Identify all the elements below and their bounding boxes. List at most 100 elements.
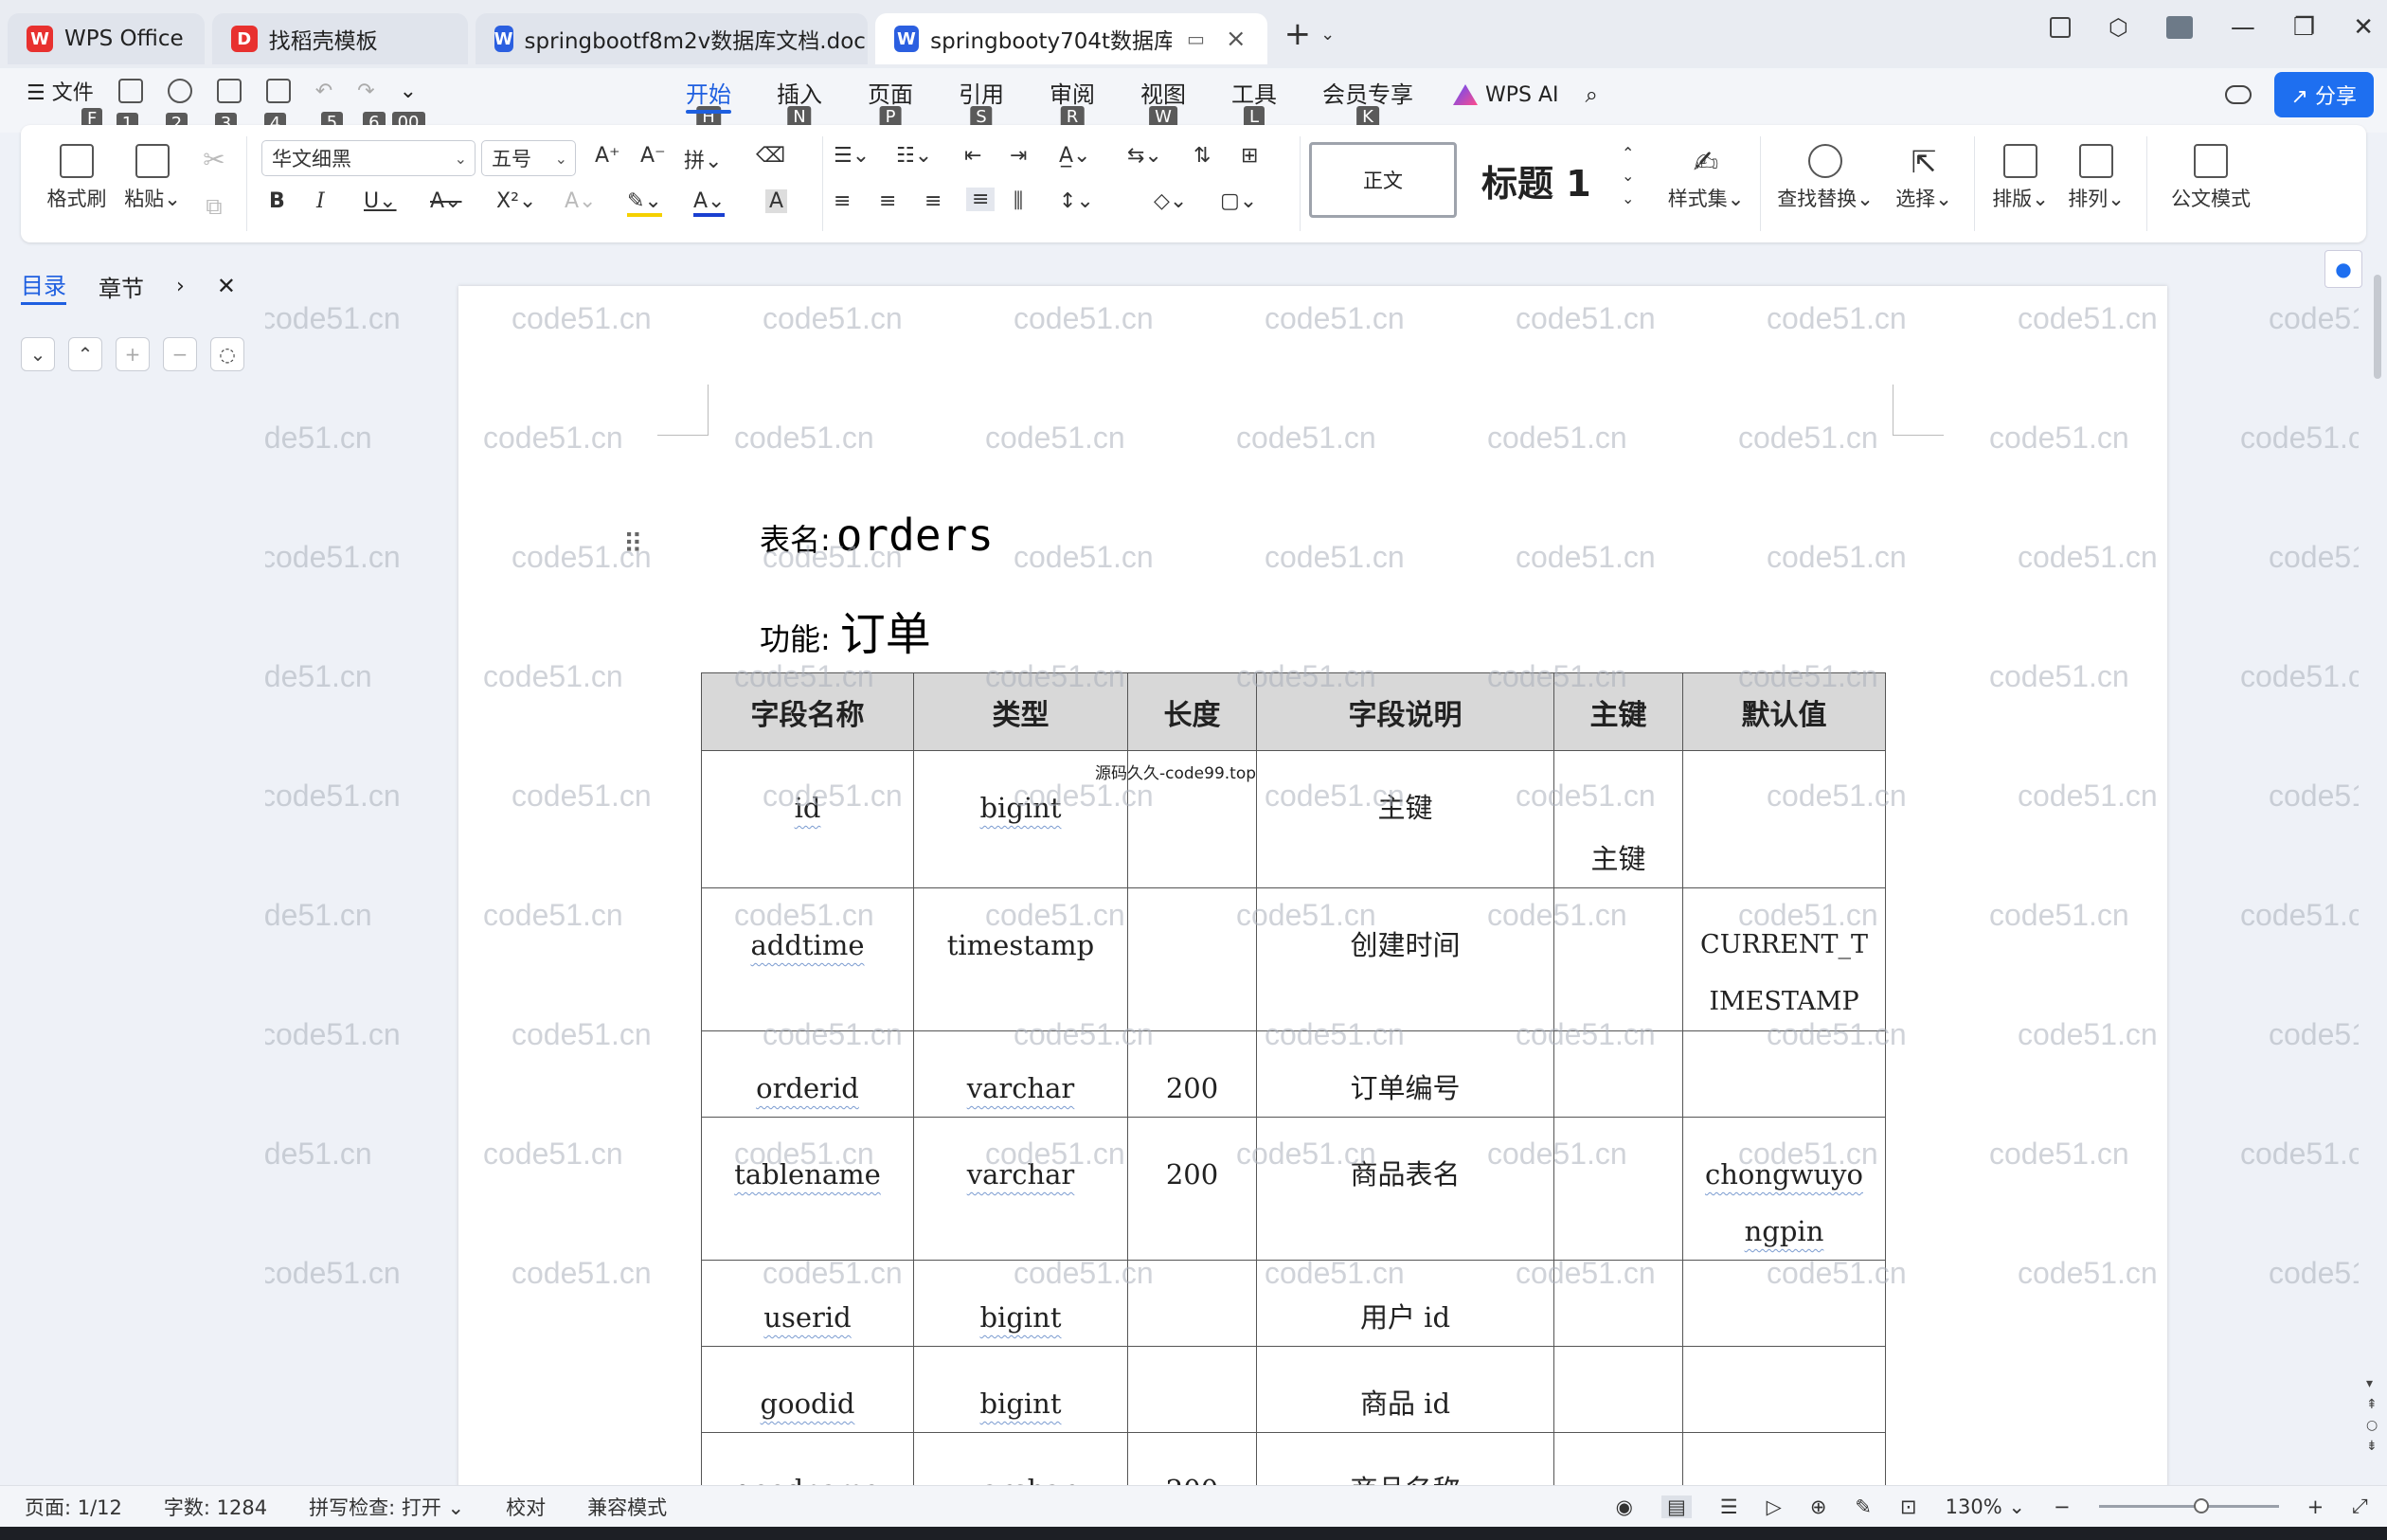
restore-icon[interactable]: ❐ <box>2293 13 2315 42</box>
select-button[interactable]: ⇱ 选择⌄ <box>1891 144 1957 212</box>
font-color-button[interactable]: A⌄ <box>693 189 726 217</box>
zoom-level[interactable]: 130% ⌄ <box>1946 1495 2025 1518</box>
drag-handle-icon[interactable]: ⠿ <box>623 528 642 560</box>
play-icon[interactable]: ▷ <box>1767 1495 1782 1518</box>
tab-reference[interactable]: 引用 S <box>936 76 1027 129</box>
toc-settings-icon[interactable]: ◌ <box>210 337 244 371</box>
shading-button[interactable]: ◇⌄ <box>1154 189 1187 213</box>
chevron-right-icon[interactable]: › <box>176 275 185 298</box>
tab-doc-f8m2v[interactable]: W springbootf8m2v数据库文档.doc <box>475 13 868 64</box>
bullet-list-button[interactable]: ☰⌄ <box>834 144 870 168</box>
fit-page-icon[interactable]: ⊡ <box>1900 1495 1917 1518</box>
page-indicator[interactable]: 页面: 1/12 <box>25 1493 122 1521</box>
outline-view-icon[interactable]: ☰ <box>1720 1495 1738 1518</box>
text-direction-button[interactable]: ⇆⌄ <box>1127 144 1162 168</box>
print-preview-icon[interactable]: 4 <box>263 79 291 135</box>
style-normal[interactable]: 正文 <box>1309 142 1457 218</box>
align-left-button[interactable]: ≡ <box>834 189 851 213</box>
arrange-button[interactable]: 排列⌄ <box>2063 144 2129 212</box>
eye-protection-icon[interactable]: ◉ <box>1616 1495 1633 1518</box>
highlight-button[interactable]: ✎⌄ <box>627 189 662 217</box>
underline-button[interactable]: U⌄ <box>364 189 397 213</box>
close-tab-icon[interactable]: × <box>1226 25 1247 53</box>
output-icon[interactable]: 2 <box>165 79 192 135</box>
wps-ai-button[interactable]: WPS AI ⌕ <box>1453 76 1598 114</box>
nav-tab-chapter[interactable]: 章节 <box>99 270 144 303</box>
font-size-select[interactable]: 五号 ⌄ <box>481 140 576 176</box>
word-count[interactable]: 字数: 1284 <box>164 1493 267 1521</box>
char-shading-button[interactable]: A <box>765 189 788 213</box>
phonetic-icon[interactable]: 拼⌄ <box>684 144 722 174</box>
zoom-out-icon[interactable]: − <box>2054 1495 2071 1518</box>
search-icon[interactable]: ⌕ <box>1586 81 1598 108</box>
add-heading-icon[interactable]: + <box>116 337 150 371</box>
nav-tab-toc[interactable]: 目录 <box>21 267 66 305</box>
font-name-select[interactable]: 华文细黑 ⌄ <box>261 140 476 176</box>
pen-icon[interactable]: ✎ <box>1855 1495 1872 1518</box>
tab-review[interactable]: 审阅 R <box>1027 76 1118 129</box>
numbered-list-button[interactable]: ☷⌄ <box>896 144 932 168</box>
align-right-button[interactable]: ≡ <box>924 189 942 213</box>
italic-button[interactable]: I <box>316 189 325 213</box>
tab-view[interactable]: 视图 W <box>1118 76 1209 129</box>
expand-icon[interactable]: ⌄ <box>21 337 55 371</box>
cloud-upload-icon[interactable] <box>2224 85 2252 104</box>
border-button[interactable]: ▢⌄ <box>1220 189 1257 213</box>
text-effect-button[interactable]: A⌄ <box>565 189 596 213</box>
tab-member[interactable]: 会员专享 K <box>1300 76 1436 129</box>
scrollbar-thumb[interactable] <box>2374 275 2381 379</box>
align-center-button[interactable]: ≡ <box>879 189 896 213</box>
distribute-button[interactable]: ⫼ <box>1014 189 1023 213</box>
justify-button[interactable]: ≡ <box>966 188 996 211</box>
zoom-slider[interactable] <box>2098 1498 2279 1513</box>
document-page[interactable]: ⠿ 表名: orders 功能: 订单 字段名称 类型 长度 字段说明 主键 默… <box>458 286 2167 1485</box>
proofread[interactable]: 校对 <box>506 1493 546 1521</box>
redo-icon[interactable]: ↷ 6 <box>357 80 386 134</box>
clear-format-icon[interactable]: ⌫ <box>756 144 785 168</box>
share-button[interactable]: ↗ 分享 <box>2273 72 2374 117</box>
chevron-down-icon[interactable]: ⌄ <box>1320 25 1335 45</box>
page-view-icon[interactable]: ▤ <box>1660 1495 1692 1518</box>
page-nav-icons[interactable]: ▾ ⇞ ○ ⇟ <box>2366 1373 2378 1457</box>
format-painter-button[interactable]: 格式刷 <box>44 144 110 212</box>
style-set-button[interactable]: ✍ 样式集⌄ <box>1663 144 1749 212</box>
undo-icon[interactable]: ↶ 5 <box>315 80 344 134</box>
increase-indent-button[interactable]: ⇥ <box>1010 144 1027 168</box>
sort-button[interactable]: ⇅ <box>1194 144 1211 168</box>
grow-font-icon[interactable]: A⁺ <box>595 144 620 168</box>
tab-page[interactable]: 页面 P <box>845 76 936 129</box>
save-icon[interactable]: 1 <box>116 79 143 135</box>
shrink-font-icon[interactable]: A⁻ <box>640 144 666 168</box>
tab-wps-office[interactable]: W WPS Office <box>8 13 205 64</box>
print-icon[interactable]: 3 <box>214 79 242 135</box>
zoom-in-icon[interactable]: + <box>2307 1495 2324 1518</box>
strikethrough-button[interactable]: A⌄ <box>430 189 461 213</box>
close-pane-icon[interactable]: ✕ <box>217 273 236 299</box>
more-chevron-icon[interactable]: ⌄ 00 <box>391 80 425 134</box>
tab-home[interactable]: 开始 H <box>663 76 754 129</box>
line-spacing-button[interactable]: ↕⌄ <box>1059 189 1094 213</box>
tablet-mode-icon[interactable] <box>2049 17 2071 38</box>
web-view-icon[interactable]: ⊕ <box>1810 1495 1827 1518</box>
cut-icon[interactable]: ✂ <box>195 144 233 175</box>
tab-template[interactable]: D 找稻壳模板 <box>211 13 468 64</box>
zoom-slider-knob[interactable] <box>2193 1498 2209 1513</box>
bold-button[interactable]: B <box>269 189 285 213</box>
cube-icon[interactable]: ⬡ <box>2109 14 2128 41</box>
style-scroll-icon[interactable]: ⌃ ⌄ ⌄ <box>1622 142 1634 210</box>
superscript-button[interactable]: X²⌄ <box>496 189 536 213</box>
show-marks-button[interactable]: ⊞ <box>1241 144 1258 168</box>
tab-tools[interactable]: 工具 L <box>1209 76 1300 129</box>
spell-check[interactable]: 拼写检查: 打开 ⌄ <box>309 1493 464 1521</box>
tab-doc-y704t[interactable]: W springbooty704t数据库文档 ▭ × <box>874 13 1267 64</box>
new-tab-icon[interactable]: + <box>1284 15 1312 53</box>
location-pin-icon[interactable]: ● <box>2324 250 2362 288</box>
fullscreen-icon[interactable]: ⤢ <box>2352 1495 2368 1518</box>
official-mode-button[interactable]: 公文模式 <box>2163 144 2258 212</box>
close-window-icon[interactable]: ✕ <box>2353 13 2374 42</box>
typeset-button[interactable]: 排版⌄ <box>1987 144 2054 212</box>
char-spacing-button[interactable]: A̲⌄ <box>1059 144 1090 168</box>
style-heading-1[interactable]: 标题 1 <box>1464 142 1635 218</box>
file-menu[interactable]: ☰ 文件 F <box>27 76 103 131</box>
minimize-icon[interactable]: — <box>2231 13 2255 42</box>
